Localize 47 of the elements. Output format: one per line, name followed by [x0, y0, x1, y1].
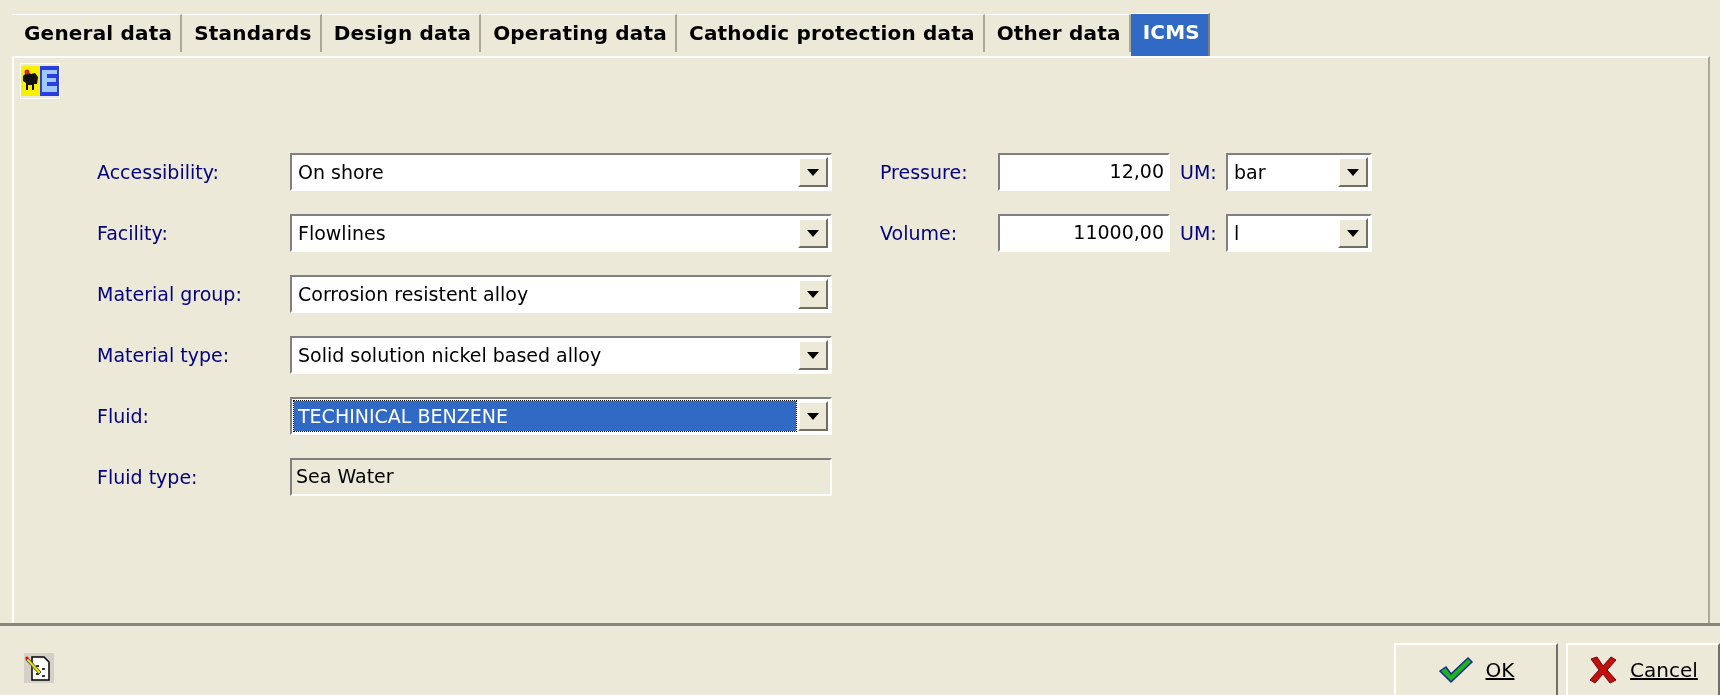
field-label: Accessibility:	[97, 161, 220, 183]
logo-icon	[20, 63, 60, 99]
dropdown[interactable]: bar	[1226, 153, 1372, 191]
unit-label: UM:	[1179, 222, 1218, 244]
unit-label: UM:	[1179, 161, 1218, 183]
field-label: Material type:	[97, 344, 231, 366]
input-field[interactable]: 11000,00	[998, 214, 1170, 252]
close-icon	[1588, 656, 1619, 684]
caret-icon	[1347, 168, 1359, 176]
caret-icon	[807, 351, 819, 359]
dropdown[interactable]: On shore	[290, 153, 832, 191]
field-label: Pressure:	[880, 161, 969, 183]
dropdown-arrow-button[interactable]	[798, 279, 828, 309]
field-label: Fluid type:	[97, 466, 199, 488]
caret-icon	[1347, 229, 1359, 237]
readonly-field: Sea Water	[290, 458, 832, 496]
dropdown-arrow-button[interactable]	[798, 340, 828, 370]
caret-icon	[807, 229, 819, 237]
dropdown-arrow-button[interactable]	[798, 218, 828, 248]
field-label: Facility:	[97, 222, 169, 244]
dropdown-arrow-button[interactable]	[798, 401, 828, 431]
tab[interactable]: Cathodic protection data	[677, 14, 985, 52]
caret-icon	[807, 168, 819, 176]
caret-icon	[807, 412, 819, 420]
tab[interactable]: Other data	[984, 14, 1131, 52]
dropdown-arrow-button[interactable]	[1338, 157, 1368, 187]
caret-icon	[807, 290, 819, 298]
dropdown[interactable]: TECHINICAL BENZENE	[290, 397, 832, 435]
field-label: Volume:	[880, 222, 959, 244]
cancel-button[interactable]: Cancel	[1566, 643, 1720, 695]
dropdown-arrow-button[interactable]	[798, 157, 828, 187]
edit-document-icon[interactable]	[24, 653, 54, 683]
ok-button[interactable]: OK	[1394, 643, 1558, 695]
dropdown[interactable]: Corrosion resistent alloy	[290, 275, 832, 313]
tab[interactable]: General data	[12, 14, 183, 52]
tab[interactable]: Operating data	[481, 14, 677, 52]
tab[interactable]: Design data	[321, 14, 482, 52]
dropdown[interactable]: l	[1226, 214, 1372, 252]
dropdown-arrow-button[interactable]	[1338, 218, 1368, 248]
dropdown[interactable]: Solid solution nickel based alloy	[290, 336, 832, 374]
field-label: Material group:	[97, 283, 243, 305]
tab[interactable]: Standards	[182, 14, 322, 52]
field-label: Fluid:	[97, 405, 150, 427]
checkmark-icon	[1437, 656, 1474, 684]
input-field[interactable]: 12,00	[998, 153, 1170, 191]
tab[interactable]: ICMS	[1130, 13, 1210, 56]
dropdown[interactable]: Flowlines	[290, 214, 832, 252]
